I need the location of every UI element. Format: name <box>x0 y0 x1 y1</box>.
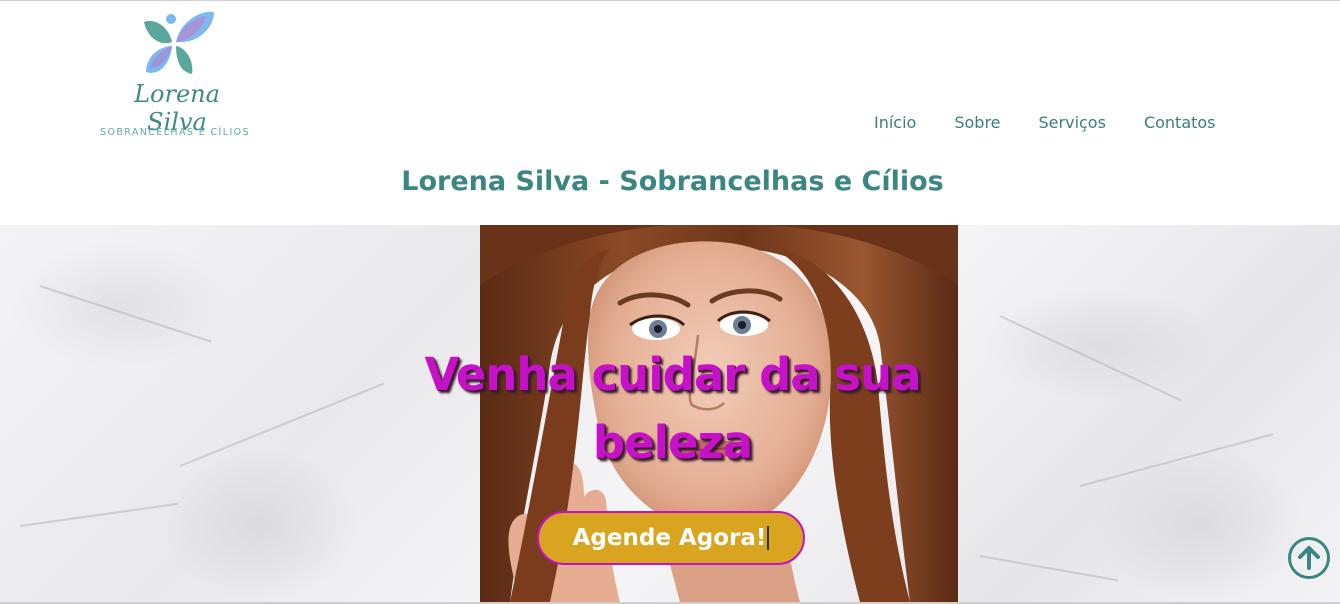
site-title: Lorena Silva - Sobrancelhas e Cílios <box>401 166 944 197</box>
nav-item-inicio[interactable]: Início <box>855 113 935 132</box>
page: Lorena Silva SOBRANCELHAS E CÍLIOS Iníci… <box>0 0 1340 604</box>
marble-vein <box>19 502 179 527</box>
cta-label: Agende Agora! <box>572 525 767 551</box>
butterfly-icon <box>144 11 214 74</box>
marble-vein <box>1079 433 1274 487</box>
hero-section: Venha cuidar da sua beleza Agende Agora! <box>0 225 1340 602</box>
marble-vein <box>179 382 385 467</box>
logo[interactable]: Lorena Silva SOBRANCELHAS E CÍLIOS <box>100 8 250 143</box>
logo-tagline: SOBRANCELHAS E CÍLIOS <box>100 127 250 138</box>
main-nav: Início Sobre Serviços Contatos <box>855 113 1235 132</box>
nav-item-servicos[interactable]: Serviços <box>1020 113 1125 132</box>
hero-heading: Venha cuidar da sua beleza <box>424 348 922 469</box>
marble-vein <box>39 285 212 343</box>
schedule-now-button[interactable]: Agende Agora! <box>537 511 805 565</box>
back-to-top-button[interactable] <box>1287 536 1331 580</box>
marble-vein <box>979 555 1119 582</box>
text-cursor <box>767 526 770 550</box>
nav-item-contatos[interactable]: Contatos <box>1125 113 1235 132</box>
nav-item-sobre[interactable]: Sobre <box>935 113 1019 132</box>
marble-vein <box>999 315 1182 402</box>
arrow-up-circle-icon <box>1288 537 1330 579</box>
top-divider <box>0 0 1340 1</box>
